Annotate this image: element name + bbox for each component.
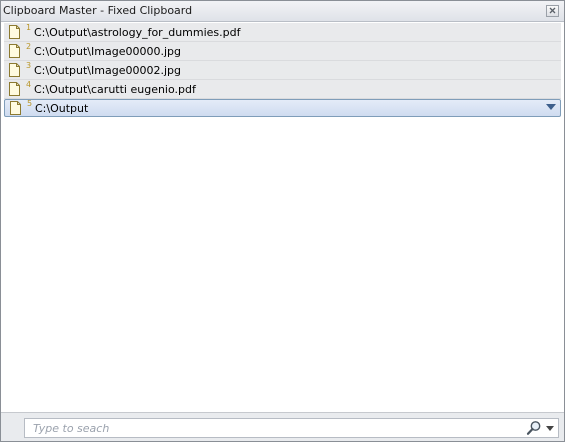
item-path: C:\Output\carutti eugenio.pdf bbox=[34, 83, 196, 96]
list-item[interactable]: 4 C:\Output\carutti eugenio.pdf bbox=[4, 80, 561, 99]
item-path: C:\Output bbox=[35, 102, 89, 115]
item-number: 1 bbox=[26, 23, 32, 32]
file-icon bbox=[9, 44, 20, 58]
title-bar[interactable]: Clipboard Master - Fixed Clipboard bbox=[1, 1, 564, 22]
list-item[interactable]: 1 C:\Output\astrology_for_dummies.pdf bbox=[4, 23, 561, 42]
search-input[interactable] bbox=[25, 419, 528, 437]
item-number: 4 bbox=[26, 80, 32, 89]
file-icon bbox=[9, 63, 20, 77]
list-item-selected[interactable]: 5 C:\Output bbox=[4, 99, 561, 117]
item-path: C:\Output\Image00000.jpg bbox=[34, 45, 181, 58]
search-box bbox=[24, 418, 559, 438]
search-bar bbox=[1, 412, 564, 441]
magnifier-icon[interactable] bbox=[526, 420, 542, 436]
list-item[interactable]: 2 C:\Output\Image00000.jpg bbox=[4, 42, 561, 61]
file-icon bbox=[9, 82, 20, 96]
window-title: Clipboard Master - Fixed Clipboard bbox=[3, 4, 193, 17]
search-options-chevron-icon[interactable] bbox=[546, 426, 554, 431]
item-number: 3 bbox=[26, 61, 32, 70]
clipboard-list: 1 C:\Output\astrology_for_dummies.pdf 2 … bbox=[4, 23, 561, 117]
item-number: 2 bbox=[26, 42, 32, 51]
item-path: C:\Output\astrology_for_dummies.pdf bbox=[34, 26, 241, 39]
file-icon bbox=[9, 25, 20, 39]
item-path: C:\Output\Image00002.jpg bbox=[34, 64, 181, 77]
item-number: 5 bbox=[27, 99, 33, 108]
list-item[interactable]: 3 C:\Output\Image00002.jpg bbox=[4, 61, 561, 80]
clipboard-window: Clipboard Master - Fixed Clipboard 1 C:\… bbox=[0, 0, 565, 442]
chevron-down-icon[interactable] bbox=[546, 104, 556, 110]
file-icon bbox=[10, 101, 21, 115]
close-icon[interactable] bbox=[546, 5, 559, 17]
